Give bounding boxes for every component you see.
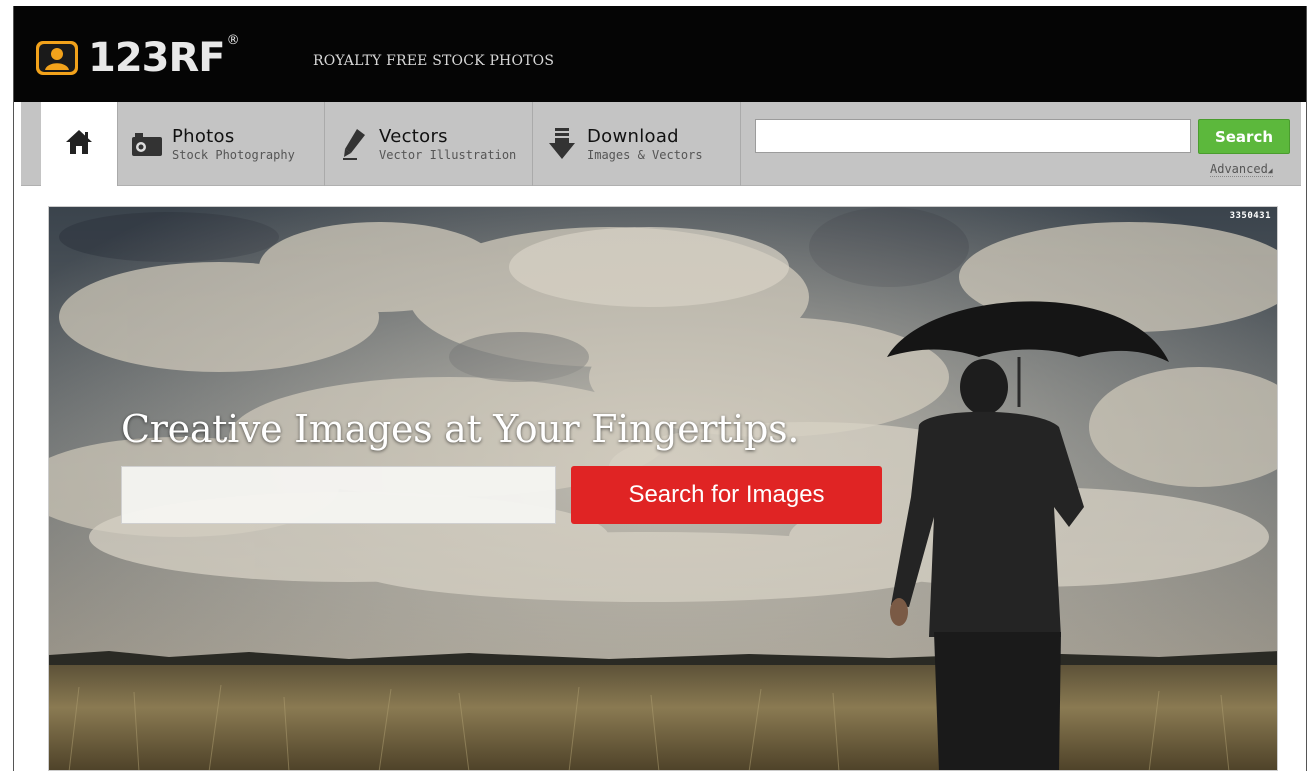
- hero-banner: 3350431 Creative Images at Your Fingerti…: [48, 206, 1278, 771]
- top-search-input[interactable]: [755, 119, 1191, 153]
- site-tagline: ROYALTY FREE STOCK PHOTOS: [313, 53, 555, 69]
- advanced-search-label: Advanced: [1210, 162, 1268, 176]
- top-search-button[interactable]: Search: [1198, 119, 1290, 154]
- logo-camera-icon: [34, 39, 80, 77]
- header-bar: 123RF ® ROYALTY FREE STOCK PHOTOS: [14, 6, 1306, 102]
- nav-tab-download-label: Download: [587, 126, 679, 147]
- nav-tab-vectors-sub: Vector Illustration: [379, 148, 517, 162]
- nav-tab-vectors[interactable]: Vectors Vector Illustration: [325, 102, 533, 186]
- nav-tab-download-sub: Images & Vectors: [587, 148, 703, 162]
- pen-nib-icon: [337, 127, 371, 161]
- nav-tab-download[interactable]: Download Images & Vectors: [533, 102, 741, 186]
- download-icon: [545, 127, 579, 161]
- triangle-icon: ◢: [1267, 166, 1273, 175]
- site-logo[interactable]: 123RF ®: [34, 33, 240, 83]
- home-icon: [64, 128, 94, 160]
- nav-home[interactable]: [41, 102, 117, 186]
- advanced-search-link[interactable]: Advanced◢: [1210, 162, 1273, 177]
- nav-tab-photos[interactable]: Photos Stock Photography: [117, 102, 325, 186]
- page-frame: 123RF ® ROYALTY FREE STOCK PHOTOS Photos…: [13, 6, 1307, 771]
- logo-registered-mark: ®: [226, 32, 240, 48]
- image-id-label: 3350431: [1229, 211, 1271, 221]
- hero-search-input[interactable]: [121, 466, 556, 524]
- nav-tab-photos-sub: Stock Photography: [172, 148, 295, 162]
- logo-text: 123RF: [88, 35, 226, 81]
- main-nav: Photos Stock Photography Vectors Vector …: [21, 102, 1301, 186]
- nav-tab-photos-label: Photos: [172, 126, 235, 147]
- nav-tab-vectors-label: Vectors: [379, 126, 448, 147]
- hero-title: Creative Images at Your Fingertips.: [121, 407, 800, 451]
- camera-icon: [130, 127, 164, 161]
- search-for-images-button[interactable]: Search for Images: [571, 466, 882, 524]
